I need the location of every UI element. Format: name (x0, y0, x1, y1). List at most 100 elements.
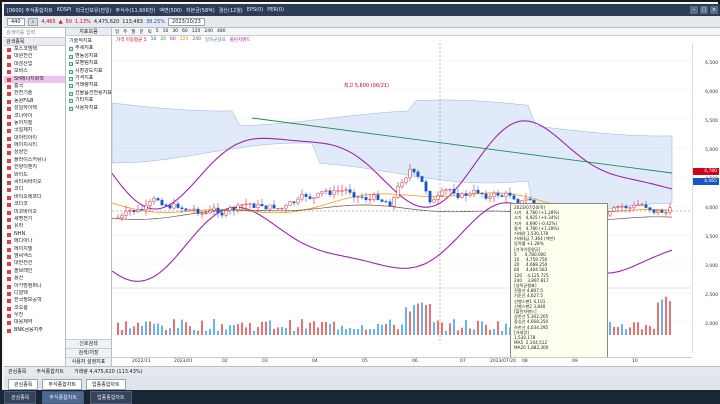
period-button[interactable]: 60 (182, 29, 188, 34)
watchlist-item[interactable]: 유라 (4, 223, 65, 230)
watchlist-item[interactable]: 씨티씨바이오 (4, 179, 65, 186)
search-save-button[interactable]: 검색/저장 (66, 348, 111, 357)
period-button[interactable]: 480 (217, 29, 226, 34)
watchlist-item[interactable]: 디알텍 (4, 290, 65, 297)
watchlist-item[interactable]: 메디아나 (4, 238, 65, 245)
stock-code-input[interactable]: 440 (7, 17, 25, 26)
volume-bar (137, 322, 139, 335)
data-tooltip: 2023/07/20(목) 시가 4,780 (+1.28%) 고가 4,925 (… (510, 203, 608, 381)
watchlist-item[interactable]: 에이치엘 (4, 246, 65, 253)
tab-stock-chart[interactable]: 주식종합차트 (42, 378, 83, 390)
indicator-tree-item[interactable]: 추세지표 (66, 45, 111, 52)
watchlist-item[interactable]: 대성산업 (4, 61, 65, 68)
maximize-icon[interactable]: □ (700, 6, 708, 14)
date-input[interactable]: 2023/10/23 (168, 17, 205, 26)
watchlist-item[interactable]: 와이드 (4, 172, 65, 179)
watchlist-item[interactable]: 코나아이 (4, 113, 65, 120)
user-indicator-button[interactable]: 사용자 설정지표 (66, 357, 111, 366)
watchlist-item[interactable]: BNK금융지주 (4, 327, 65, 334)
indicator-tree-item[interactable]: 변동성지표 (66, 53, 111, 60)
volume-bar (441, 322, 443, 335)
watchlist-item[interactable]: 국일제지 (4, 127, 65, 134)
watchlist-item[interactable]: 바이오에프디 (4, 194, 65, 201)
watchlist-item[interactable]: 우진 (4, 312, 65, 319)
taskbar-item-stock-chart[interactable]: 주식종합차트 (42, 390, 85, 404)
indicator-tree-item[interactable]: 모멘텀지표 (66, 60, 111, 67)
volume-bar (341, 325, 343, 335)
indicator-tree-item[interactable]: 기타지표 (66, 97, 111, 104)
stock-flag-icon (7, 203, 11, 208)
period-button[interactable]: 월 (131, 29, 135, 35)
watchlist-item-label: 엠씨넥스 (14, 252, 33, 259)
signal-search-button[interactable]: 신호검색 (66, 339, 111, 348)
watchlist-item[interactable]: 엠씨넥스 (4, 253, 65, 260)
watchlist-item[interactable]: 미코바이오 (4, 209, 65, 216)
tab-watchlist[interactable]: 관심종목 (8, 378, 39, 390)
period-button[interactable]: 120 (192, 29, 201, 34)
folder-icon (69, 69, 73, 74)
watchlist-item[interactable]: NHN (4, 231, 65, 238)
indicator-tree-item[interactable]: 사용자지표 (66, 105, 111, 112)
candle-body (464, 193, 468, 196)
candle-body (276, 207, 280, 210)
volume-bar (613, 326, 615, 335)
watchlist-item[interactable]: 풍산 (4, 275, 65, 282)
indicator-tree-item[interactable]: 선물옵션전용지표 (66, 90, 111, 97)
period-button[interactable]: 틱 (148, 29, 152, 35)
watchlist-item[interactable]: 세명전기 (4, 216, 65, 223)
minimize-icon[interactable]: – (690, 6, 698, 14)
watchlist-item[interactable]: 대한전선 (4, 260, 65, 267)
indicator-tree-item[interactable]: 가격지표 (66, 75, 111, 82)
watchlist-item[interactable]: 흥국 (4, 83, 65, 90)
stock-flag-icon (7, 254, 11, 259)
date-tick-label: 06 (412, 359, 418, 364)
watchlist-search-input[interactable]: 검색어를 입력 (4, 28, 65, 38)
volume-bar (429, 304, 431, 335)
watchlist-item[interactable]: 대아티아이 (4, 135, 65, 142)
watchlist-item[interactable]: 상상인 (4, 149, 65, 156)
chart-area[interactable]: 일 주 월 분 틱 5 10 30 60 120 240 480 가격 이동평균 5 10 20 60 120… (112, 28, 720, 381)
watchlist-item[interactable]: 코디 (4, 186, 65, 193)
watchlist-item[interactable]: 플라이스커뮤니 (4, 157, 65, 164)
period-button[interactable]: 240 (204, 29, 213, 34)
candle-body (336, 190, 340, 192)
watchlist-item[interactable]: 코다코 (4, 201, 65, 208)
period-button[interactable]: 분 (139, 29, 143, 35)
watchlist-item[interactable]: 한양이엔지 (4, 164, 65, 171)
watchlist-item[interactable]: 한국정보공학 (4, 297, 65, 304)
watchlist-item[interactable]: 포스코엠텍 (4, 46, 65, 53)
watchlist-item[interactable]: 솔브레인 (4, 268, 65, 275)
indicator-tree-item[interactable]: 시장강도지표 (66, 68, 111, 75)
period-button[interactable]: 일 (115, 29, 119, 35)
period-button[interactable]: 5 (156, 29, 159, 34)
period-button[interactable]: 10 (163, 29, 169, 34)
watchlist-item[interactable]: 대웅제약 (4, 319, 65, 326)
date-tick-label: 2022/11 (132, 359, 151, 364)
stock-flag-icon (7, 173, 11, 178)
watchlist-item[interactable]: 코오롱 (4, 305, 65, 312)
indicator-tree-item[interactable]: 기술적지표 (66, 38, 111, 45)
watchlist-item[interactable]: 동아지질 (4, 120, 65, 127)
watchlist-item-label: 모비스 (14, 68, 28, 75)
search-icon[interactable]: ⌕ (27, 17, 39, 26)
period-button[interactable]: 30 (172, 29, 178, 34)
watchlist-item[interactable]: 한전기술 (4, 90, 65, 97)
taskbar-item-watchlist[interactable]: 관심종목 (4, 390, 37, 404)
candle-body (296, 198, 300, 204)
tab-sector-chart[interactable]: 업종종합차트 (86, 378, 126, 390)
period-button[interactable]: 주 (123, 29, 127, 35)
watchlist-item[interactable]: SH에너지화학 (4, 75, 65, 83)
indicator-tree-item[interactable]: 거래량지표 (66, 82, 111, 89)
candle-body (176, 203, 180, 208)
candle-body (620, 206, 624, 208)
close-icon[interactable]: × (710, 6, 718, 14)
watchlist-item[interactable]: 대원전선 (4, 53, 65, 60)
watchlist-item[interactable]: 에이치시티 (4, 142, 65, 149)
candle-body (408, 168, 412, 179)
watchlist-item[interactable]: 동원F&B (4, 98, 65, 105)
stock-flag-icon (7, 240, 11, 245)
watchlist-item[interactable]: 모비스 (4, 68, 65, 75)
taskbar-item-sector-chart[interactable]: 업종종합차트 (90, 390, 132, 404)
watchlist-item[interactable]: 성일하이텍 (4, 105, 65, 112)
watchlist-item[interactable]: 아가방컴퍼니 (4, 283, 65, 290)
